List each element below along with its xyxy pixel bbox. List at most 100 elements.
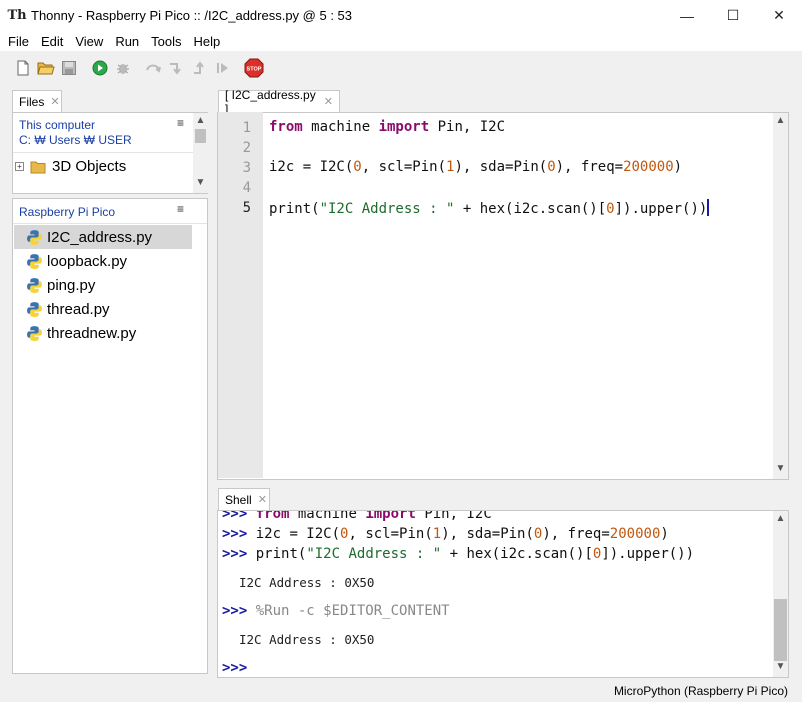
code-token: 0 — [606, 201, 615, 217]
shell-run-line: >>> %Run -c $EDITOR_CONTENT — [222, 603, 450, 619]
save-icon[interactable] — [58, 57, 80, 79]
code-token: ]).upper()) — [614, 201, 708, 217]
menu-view[interactable]: View — [69, 34, 109, 49]
files-scrollbar[interactable]: ▲ ▼ — [193, 113, 208, 193]
hamburger-menu-icon[interactable]: ≡ — [177, 116, 184, 130]
folder-name: 3D Objects — [52, 158, 127, 175]
line-number: 2 — [242, 140, 251, 156]
shell-input-line[interactable]: >>> — [222, 660, 247, 676]
code-token: + hex(i2c.scan()[ — [454, 201, 607, 217]
file-item-ping[interactable]: ping.py — [14, 273, 192, 297]
code-token: "I2C Address : " — [319, 201, 455, 217]
code-token: ), freq= — [555, 159, 624, 175]
maximize-button[interactable]: ☐ — [710, 0, 756, 31]
shell-history-line: >>> from machine import Pin, I2C — [222, 511, 492, 522]
new-file-icon[interactable] — [12, 57, 34, 79]
close-icon[interactable]: ✕ — [324, 95, 333, 108]
code-token: "I2C Address : " — [306, 546, 442, 562]
shell-prompt: >>> — [222, 603, 248, 619]
resume-icon[interactable] — [212, 57, 234, 79]
this-computer-panel: This computer C: ₩ Users ₩ USER ≡ + 3D O… — [12, 112, 208, 194]
file-name: loopback.py — [47, 252, 128, 270]
code-token: 1 — [432, 526, 442, 542]
code-token: 0 — [547, 159, 556, 175]
expand-icon[interactable]: + — [15, 162, 24, 171]
code-token: i2c = I2C( — [255, 526, 341, 542]
shell-prompt: >>> — [222, 546, 248, 562]
code-line[interactable]: from machine import Pin, I2C — [269, 119, 505, 135]
thonny-app-icon: Th — [7, 8, 27, 23]
stop-label: STOP — [247, 66, 262, 72]
tab-shell[interactable]: Shell ✕ — [218, 488, 270, 510]
shell-code: print("I2C Address : " + hex(i2c.scan()[… — [256, 546, 694, 562]
step-over-icon[interactable] — [143, 57, 165, 79]
hamburger-menu-icon[interactable]: ≡ — [177, 202, 184, 216]
step-out-icon[interactable] — [189, 57, 211, 79]
tab-files[interactable]: Files ✕ — [12, 90, 62, 112]
code-token: from — [269, 119, 303, 135]
shell-run-command: %Run -c $EDITOR_CONTENT — [255, 603, 450, 619]
toolbar: STOP — [0, 51, 802, 84]
code-token: + hex(i2c.scan()[ — [441, 546, 593, 562]
file-name: ping.py — [47, 276, 96, 294]
code-token: 200000 — [609, 526, 661, 542]
line-number: 5 — [242, 200, 251, 216]
code-token: ) — [660, 526, 669, 542]
menu-edit[interactable]: Edit — [35, 34, 69, 49]
close-icon[interactable]: ✕ — [50, 95, 59, 108]
file-item-loopback[interactable]: loopback.py — [14, 249, 192, 273]
shell-code: i2c = I2C(0, scl=Pin(1), sda=Pin(0), fre… — [256, 526, 669, 542]
code-token: print( — [269, 201, 320, 217]
shell-tab-label: Shell — [225, 492, 252, 507]
code-token: import — [378, 119, 430, 135]
code-line-current[interactable]: print("I2C Address : " + hex(i2c.scan()[… — [269, 199, 710, 217]
menu-bar: File Edit View Run Tools Help — [0, 31, 802, 51]
python-file-icon — [27, 301, 42, 317]
file-name: I2C_address.py — [47, 228, 153, 246]
file-item-i2c-address[interactable]: I2C_address.py — [14, 225, 192, 249]
menu-file[interactable]: File — [2, 34, 35, 49]
this-computer-header[interactable]: This computer — [19, 118, 95, 132]
shell-content[interactable]: >>> from machine import Pin, I2C >>> i2c… — [218, 511, 772, 677]
code-token: machine — [302, 119, 379, 135]
code-token: Pin, I2C — [429, 119, 506, 135]
code-token: from — [255, 511, 290, 522]
menu-run[interactable]: Run — [109, 34, 145, 49]
interpreter-status[interactable]: MicroPython (Raspberry Pi Pico) — [614, 684, 788, 698]
open-folder-icon[interactable] — [35, 57, 57, 79]
file-name: thread.py — [47, 300, 110, 318]
close-button[interactable]: ✕ — [756, 0, 802, 31]
pico-header[interactable]: Raspberry Pi Pico — [19, 205, 115, 219]
python-file-icon — [27, 277, 42, 293]
title-bar: Th Thonny - Raspberry Pi Pico :: /I2C_ad… — [0, 0, 802, 31]
file-item-thread[interactable]: thread.py — [14, 297, 192, 321]
folder-icon — [30, 161, 46, 173]
shell-output: I2C Address : 0X50 — [239, 575, 375, 590]
list-item[interactable]: + 3D Objects — [15, 158, 126, 175]
code-token: ), sda=Pin( — [441, 526, 534, 542]
close-icon[interactable]: ✕ — [258, 493, 267, 506]
code-line[interactable]: i2c = I2C(0, scl=Pin(1), sda=Pin(0), fre… — [269, 159, 682, 175]
minimize-button[interactable]: — — [664, 0, 710, 31]
run-icon[interactable] — [89, 57, 111, 79]
computer-path[interactable]: C: ₩ Users ₩ USER — [19, 133, 132, 147]
menu-help[interactable]: Help — [188, 34, 227, 49]
debug-icon[interactable] — [112, 57, 134, 79]
file-name: threadnew.py — [47, 324, 137, 342]
file-item-threadnew[interactable]: threadnew.py — [14, 321, 192, 345]
step-into-icon[interactable] — [166, 57, 188, 79]
editor-scrollbar[interactable]: ▲ ▼ — [773, 113, 788, 479]
menu-tools[interactable]: Tools — [145, 34, 187, 49]
shell-output: I2C Address : 0X50 — [239, 632, 375, 647]
code-token: Pin, I2C — [415, 511, 492, 522]
shell-history-line: >>> print("I2C Address : " + hex(i2c.sca… — [222, 546, 694, 562]
line-number-gutter: 1 2 3 4 5 — [218, 112, 263, 478]
code-token: ) — [673, 159, 683, 175]
python-file-icon — [27, 253, 42, 269]
shell-prompt: >>> — [222, 660, 248, 676]
stop-icon[interactable]: STOP — [243, 57, 265, 79]
tab-editor-file[interactable]: [ I2C_address.py ] ✕ — [218, 88, 340, 116]
shell-scrollbar[interactable]: ▲ ▼ — [773, 511, 788, 677]
tab-files-label: Files — [19, 94, 45, 109]
shell-prompt: >>> — [222, 511, 248, 522]
